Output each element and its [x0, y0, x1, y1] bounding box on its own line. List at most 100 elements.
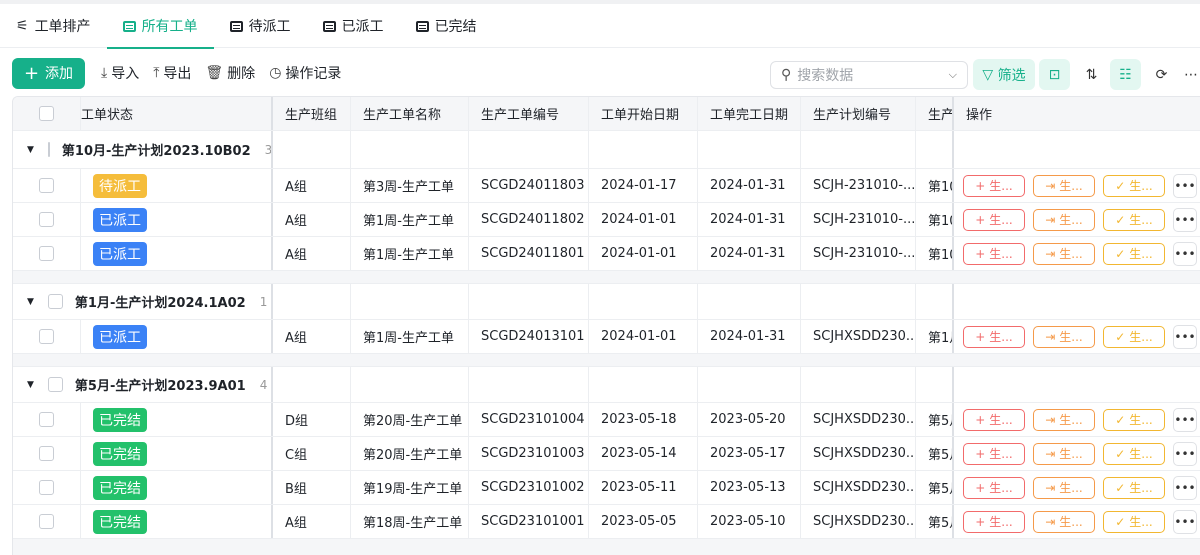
row-more-button[interactable]: ••• [1173, 509, 1197, 534]
row-checkbox[interactable] [39, 480, 54, 495]
row-more-button[interactable]: ••• [1173, 207, 1197, 232]
caret-down-icon[interactable]: ▼ [27, 380, 34, 390]
check-circle-icon: ✓ [1115, 480, 1126, 495]
row-more-button[interactable]: ••• [1173, 241, 1197, 266]
note-button[interactable]: ⊡ [1039, 59, 1070, 90]
plan-cell: SCJHXSDD230... [801, 471, 916, 504]
group-button[interactable]: ☷ [1110, 59, 1141, 90]
send-button[interactable]: ⇥ 生... [1033, 476, 1095, 499]
send-button[interactable]: ⇥ 生... [1033, 510, 1095, 533]
empty-cell [351, 284, 469, 319]
plus-icon: + [975, 446, 986, 461]
more-button[interactable]: ⋯ [1182, 59, 1200, 90]
check-circle-icon: ✓ [1115, 412, 1126, 427]
sort-button[interactable]: ⇅ [1076, 59, 1107, 90]
group-header-row: ▼ 第10月-生产计划2023.10B02 3 [13, 131, 1200, 169]
end-cell: 2023-05-13 [698, 471, 801, 504]
select-all-checkbox[interactable] [39, 106, 54, 121]
row-checkbox[interactable] [39, 212, 54, 227]
caret-down-icon[interactable]: ▼ [27, 297, 34, 307]
name-cell: 第19周-生产工单 [351, 471, 469, 504]
generate-button[interactable]: + 生... [963, 442, 1025, 465]
refresh-button[interactable]: ⟳ [1146, 59, 1177, 90]
action-label: 生... [1129, 330, 1153, 344]
plan-cell: SCJHXSDD230... [801, 505, 916, 538]
generate-button[interactable]: + 生... [963, 408, 1025, 431]
status-cell: 已派工 [81, 320, 273, 353]
row-checkbox[interactable] [39, 514, 54, 529]
send-button[interactable]: ⇥ 生... [1033, 442, 1095, 465]
filter-button[interactable]: ▽ 筛选 [973, 59, 1035, 90]
empty-cell [273, 131, 351, 168]
start-cell: 2024-01-17 [589, 169, 698, 202]
row-checkbox[interactable] [39, 446, 54, 461]
row-more-button[interactable]: ••• [1173, 441, 1197, 466]
complete-button[interactable]: ✓ 生... [1103, 325, 1165, 348]
group-checkbox[interactable] [47, 142, 50, 157]
end-cell: 2024-01-31 [698, 203, 801, 236]
plus-icon: + [975, 412, 986, 427]
send-button[interactable]: ⇥ 生... [1033, 242, 1095, 265]
tab-completed[interactable]: 已完结 [400, 4, 493, 48]
group-spacer [13, 271, 1200, 284]
row-checkbox[interactable] [39, 412, 54, 427]
team-cell: A组 [273, 203, 351, 236]
status-cell: 已派工 [81, 203, 273, 236]
send-button[interactable]: ⇥ 生... [1033, 174, 1095, 197]
delete-button[interactable]: 🗑 删除 [205, 63, 255, 83]
row-more-button[interactable]: ••• [1173, 324, 1197, 349]
complete-button[interactable]: ✓ 生... [1103, 476, 1165, 499]
group-spacer [13, 539, 1200, 555]
row-more-button[interactable]: ••• [1173, 407, 1197, 432]
code-cell: SCGD23101002 [469, 471, 589, 504]
note-icon: ⊡ [1048, 66, 1061, 83]
generate-button[interactable]: + 生... [963, 208, 1025, 231]
send-button[interactable]: ⇥ 生... [1033, 325, 1095, 348]
complete-button[interactable]: ✓ 生... [1103, 510, 1165, 533]
start-cell: 2024-01-01 [589, 320, 698, 353]
check-circle-icon: ✓ [1115, 514, 1126, 529]
search-input[interactable]: ⚲ 搜索数据 ⌵ [770, 61, 968, 89]
complete-button[interactable]: ✓ 生... [1103, 408, 1165, 431]
chevron-down-icon[interactable]: ⌵ [949, 68, 957, 82]
row-more-button[interactable]: ••• [1173, 475, 1197, 500]
plus-icon: + [23, 62, 40, 84]
start-cell: 2024-01-01 [589, 203, 698, 236]
tab-all-orders[interactable]: 所有工单 [106, 4, 214, 49]
operation-log-button[interactable]: ◷ 操作记录 [269, 63, 341, 83]
row-checkbox[interactable] [39, 246, 54, 261]
generate-button[interactable]: + 生... [963, 510, 1025, 533]
group-checkbox[interactable] [47, 294, 63, 309]
caret-down-icon[interactable]: ▼ [27, 145, 34, 155]
send-button[interactable]: ⇥ 生... [1033, 408, 1095, 431]
row-more-button[interactable]: ••• [1173, 173, 1197, 198]
generate-button[interactable]: + 生... [963, 242, 1025, 265]
generate-button[interactable]: + 生... [963, 476, 1025, 499]
import-button[interactable]: ⤓ 导入 [101, 63, 139, 83]
group-checkbox[interactable] [47, 377, 63, 392]
table-icon [322, 20, 336, 32]
complete-button[interactable]: ✓ 生... [1103, 242, 1165, 265]
column-header: 生产班组 [273, 97, 351, 130]
tab-pending[interactable]: 待派工 [214, 4, 307, 48]
filter-icon: ▽ [982, 66, 994, 83]
generate-button[interactable]: + 生... [963, 325, 1025, 348]
send-button[interactable]: ⇥ 生... [1033, 208, 1095, 231]
row-checkbox[interactable] [39, 178, 54, 193]
row-checkbox[interactable] [39, 329, 54, 344]
tab-dispatched[interactable]: 已派工 [307, 4, 400, 48]
add-button[interactable]: + 添加 [12, 57, 85, 89]
row-select [13, 169, 81, 202]
tab-scheduling[interactable]: ⚟ 工单排产 [0, 4, 107, 48]
export-button[interactable]: ⤒ 导出 [153, 63, 191, 83]
complete-button[interactable]: ✓ 生... [1103, 442, 1165, 465]
complete-button[interactable]: ✓ 生... [1103, 174, 1165, 197]
check-circle-icon: ✓ [1115, 246, 1126, 261]
group-spacer [13, 354, 1200, 367]
more-icon: ⋯ [1184, 66, 1198, 83]
end-cell: 2024-01-31 [698, 237, 801, 270]
actions-cell: + 生... ⇥ 生... ✓ 生... ••• [954, 471, 1200, 504]
complete-button[interactable]: ✓ 生... [1103, 208, 1165, 231]
generate-button[interactable]: + 生... [963, 174, 1025, 197]
table-icon [229, 20, 243, 32]
